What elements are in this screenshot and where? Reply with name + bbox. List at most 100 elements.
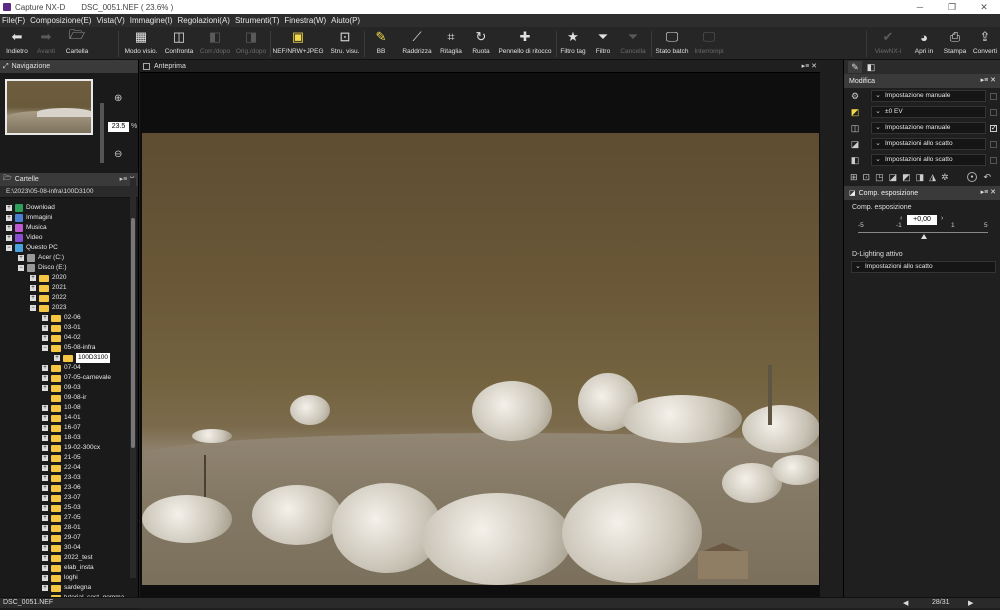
- print-button[interactable]: ⎙ Stampa: [942, 27, 968, 60]
- expand-icon[interactable]: +: [42, 505, 48, 511]
- preview-checkbox[interactable]: [143, 62, 150, 70]
- folder-tree-item[interactable]: + Download: [6, 203, 55, 213]
- expand-icon[interactable]: +: [42, 445, 48, 451]
- menu-file[interactable]: File(F): [2, 16, 25, 25]
- folder-tree-item[interactable]: +07-05-carnevale: [42, 373, 111, 383]
- expand-icon[interactable]: +: [42, 435, 48, 441]
- orig-after-button[interactable]: ◨ Orig./dopo: [234, 27, 268, 60]
- adjust-tool-icon[interactable]: ⊞: [850, 172, 858, 183]
- modifica-checkbox[interactable]: [990, 108, 997, 116]
- expand-icon[interactable]: +: [42, 575, 48, 581]
- batch-status-button[interactable]: 🖵 Stato batch: [654, 27, 690, 60]
- close-button[interactable]: ✕: [968, 0, 1000, 14]
- modifica-select[interactable]: ⌄ Impostazioni allo scatto: [871, 138, 986, 150]
- gradient-tool-icon[interactable]: ◨: [916, 172, 925, 183]
- dlighting-select[interactable]: ⌄ Impostazioni allo scatto: [851, 261, 996, 273]
- folder-tree-item[interactable]: +10-08: [42, 403, 81, 413]
- view-tools-button[interactable]: ⊡ Stru. visu.: [328, 27, 362, 60]
- zoom-slider[interactable]: [100, 103, 104, 163]
- previous-image-button[interactable]: ◀: [903, 599, 908, 607]
- folder-tree-item[interactable]: +14-01: [42, 413, 81, 423]
- expand-icon[interactable]: +: [42, 425, 48, 431]
- folder-tree-scrollbar[interactable]: [130, 178, 136, 578]
- folder-tree-item[interactable]: +04-02: [42, 333, 81, 343]
- expand-icon[interactable]: +: [6, 215, 12, 221]
- before-after-button[interactable]: ◧ Corr./dopo: [198, 27, 232, 60]
- expand-icon[interactable]: +: [42, 525, 48, 531]
- menu-composizione[interactable]: Composizione(E): [30, 16, 91, 25]
- exposure-value-field[interactable]: +0,00: [907, 215, 937, 225]
- zoom-in-icon[interactable]: ⊕: [114, 93, 122, 104]
- folder-button[interactable]: 🗁 Cartella: [63, 27, 91, 60]
- folder-tree-item[interactable]: +2022: [30, 293, 66, 303]
- navigation-thumbnail[interactable]: [5, 79, 93, 135]
- panel-menu-icon[interactable]: ▸≡ ✕: [802, 60, 817, 73]
- menu-regolazioni[interactable]: Regolazioni(A): [177, 16, 229, 25]
- revert-icon[interactable]: ●: [967, 172, 977, 182]
- info-tab-icon[interactable]: ◧: [864, 61, 878, 73]
- brush-tool-icon[interactable]: ◪: [889, 172, 898, 183]
- expand-icon[interactable]: +: [42, 515, 48, 521]
- collapse-icon[interactable]: −: [30, 305, 36, 311]
- folder-tree-item[interactable]: 09-08-ir: [42, 393, 86, 403]
- expand-icon[interactable]: +: [42, 405, 48, 411]
- filter-button[interactable]: ⏷ Filtro: [592, 27, 614, 60]
- straighten-button[interactable]: ⟋ Raddrizza: [400, 27, 434, 60]
- expand-icon[interactable]: +: [42, 325, 48, 331]
- forward-button[interactable]: ➡ Avanti: [33, 27, 59, 60]
- folder-tree-item[interactable]: +22-04: [42, 463, 81, 473]
- folder-tree-item[interactable]: + Musica: [6, 223, 47, 233]
- menu-immagine[interactable]: Immagine(I): [130, 16, 173, 25]
- modifica-select[interactable]: ⌄ Impostazione manuale: [871, 90, 986, 102]
- maximize-button[interactable]: ❐: [936, 0, 968, 14]
- folder-tree-item[interactable]: +2021: [30, 283, 66, 293]
- modifica-select[interactable]: ⌄ ±0 EV: [871, 106, 986, 118]
- folder-tree-item[interactable]: +18-03: [42, 433, 81, 443]
- exposure-slider-knob[interactable]: [921, 234, 927, 239]
- nef-jpeg-button[interactable]: ▣ NEF/NRW+JPEG: [273, 27, 324, 60]
- expand-icon[interactable]: +: [42, 365, 48, 371]
- panel-menu-icon[interactable]: ▸≡ ✕: [981, 74, 996, 88]
- collapse-icon[interactable]: −: [18, 265, 24, 271]
- folder-tree-item[interactable]: − 05-08-infra: [42, 343, 95, 353]
- expand-icon[interactable]: +: [42, 375, 48, 381]
- expand-icon[interactable]: +: [42, 535, 48, 541]
- expand-icon[interactable]: +: [30, 285, 36, 291]
- expand-icon[interactable]: +: [30, 275, 36, 281]
- retouch-brush-button[interactable]: ✚ Pennello di ritocco: [497, 27, 553, 60]
- folder-tree-item[interactable]: + Video: [6, 233, 43, 243]
- folder-tree-item[interactable]: + sardegna: [42, 583, 91, 593]
- folder-tree-item[interactable]: +28-01: [42, 523, 81, 533]
- expand-icon[interactable]: +: [42, 315, 48, 321]
- folder-tree-item[interactable]: +02-06: [42, 313, 81, 323]
- folder-tree-item[interactable]: +03-01: [42, 323, 81, 333]
- expand-icon[interactable]: +: [42, 455, 48, 461]
- panel-menu-icon[interactable]: ▸≡ ✕: [981, 186, 996, 200]
- folder-tree-item[interactable]: +16-07: [42, 423, 81, 433]
- crop-tool-icon[interactable]: ⊡: [863, 172, 871, 183]
- expand-icon[interactable]: +: [42, 335, 48, 341]
- expand-icon[interactable]: +: [6, 225, 12, 231]
- white-balance-button[interactable]: ✎ BB: [368, 27, 394, 60]
- undo-icon[interactable]: ↶: [983, 172, 991, 183]
- zoom-value-field[interactable]: 23.5: [108, 122, 129, 132]
- folder-tree-item[interactable]: + loghi: [42, 573, 78, 583]
- modifica-checkbox[interactable]: [990, 156, 997, 164]
- folder-tree-item[interactable]: +07-04: [42, 363, 81, 373]
- crop-button[interactable]: ⌗ Ritaglia: [437, 27, 465, 60]
- expand-icon[interactable]: +: [6, 205, 12, 211]
- folder-tree-item[interactable]: + Acer (C:): [18, 253, 64, 263]
- collapse-icon[interactable]: −: [42, 345, 48, 351]
- expand-icon[interactable]: +: [42, 465, 48, 471]
- folder-tree-item[interactable]: − Questo PC: [6, 243, 58, 253]
- expand-icon[interactable]: +: [54, 355, 60, 361]
- folder-tree-item[interactable]: +29-07: [42, 533, 81, 543]
- compare-button[interactable]: ◫ Confronta: [162, 27, 196, 60]
- viewnx-button[interactable]: ✔ ViewNX-i: [871, 27, 905, 60]
- interrupt-button[interactable]: 🖵 Interrompi: [692, 27, 726, 60]
- edit-tab-icon[interactable]: ✎: [848, 61, 862, 73]
- expand-icon[interactable]: +: [30, 295, 36, 301]
- expand-icon[interactable]: +: [42, 415, 48, 421]
- expand-icon[interactable]: +: [42, 485, 48, 491]
- modifica-checkbox[interactable]: ✓: [990, 124, 997, 132]
